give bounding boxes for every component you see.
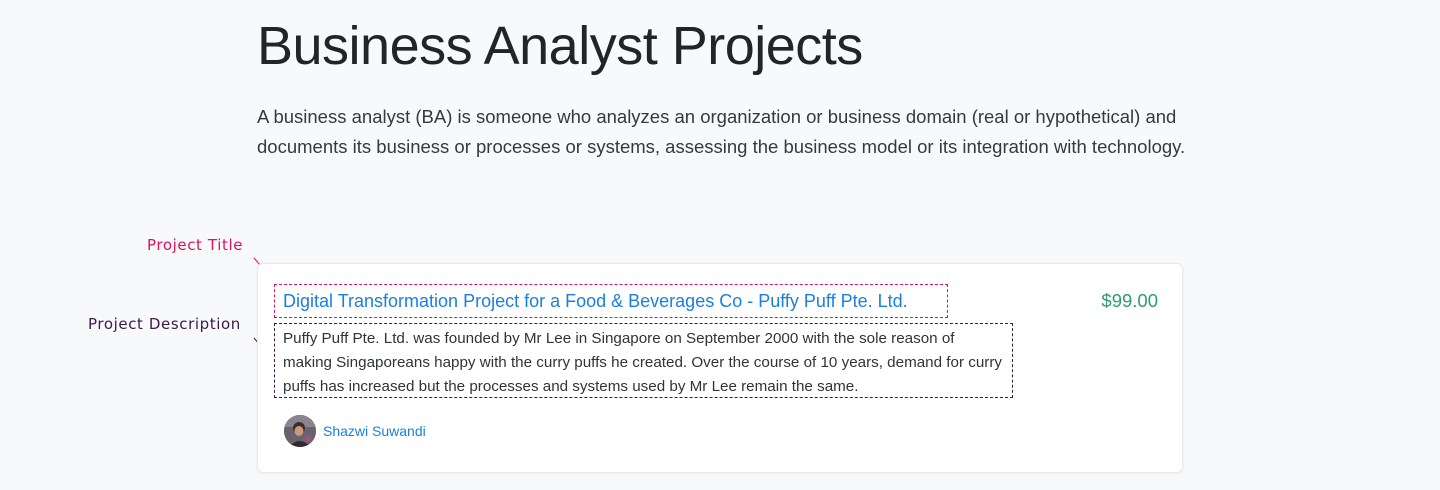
annotation-project-title: Project Title <box>147 236 244 254</box>
project-card[interactable]: Digital Transformation Project for a Foo… <box>257 263 1183 473</box>
author-name-link[interactable]: Shazwi Suwandi <box>323 423 426 439</box>
page-intro: A business analyst (BA) is someone who a… <box>257 106 1186 157</box>
avatar-icon[interactable] <box>284 415 316 447</box>
project-description-box: Puffy Puff Pte. Ltd. was founded by Mr L… <box>274 323 1013 398</box>
project-author[interactable]: Shazwi Suwandi <box>284 415 426 447</box>
project-title-box: Digital Transformation Project for a Foo… <box>274 284 948 318</box>
page-title: Business Analyst Projects <box>257 16 863 76</box>
project-title-link[interactable]: Digital Transformation Project for a Foo… <box>283 289 939 313</box>
project-price: $99.00 <box>1101 290 1158 311</box>
page: Business Analyst Projects A business ana… <box>0 0 1440 490</box>
annotation-project-description: Project Description <box>88 315 241 333</box>
project-description: Puffy Puff Pte. Ltd. was founded by Mr L… <box>283 330 1002 395</box>
